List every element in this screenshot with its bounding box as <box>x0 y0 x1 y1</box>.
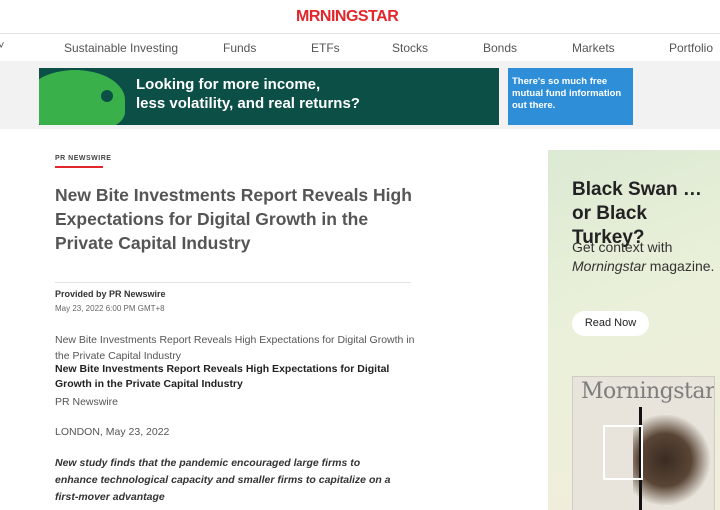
article-summary: New study finds that the pandemic encour… <box>55 457 391 503</box>
morningstar-logo[interactable]: MRNINGSTAR <box>296 8 399 26</box>
nav-item-sustainable-investing[interactable]: Sustainable Investing <box>64 41 178 55</box>
nav-item-stocks[interactable]: Stocks <box>392 41 428 55</box>
banner-headline: Looking for more income, less volatility… <box>136 75 360 113</box>
article-source: PR Newswire <box>55 396 119 408</box>
article-title: New Bite Investments Report Reveals High… <box>55 185 412 253</box>
income-banner-ad[interactable]: Looking for more income, less volatility… <box>39 68 499 125</box>
side-ad-sub-prefix: Get context with <box>572 239 673 255</box>
kicker-underline <box>55 166 103 168</box>
magazine-side-ad[interactable]: Black Swan … or Black Turkey? Get contex… <box>548 150 720 510</box>
magazine-cover[interactable]: Morningstar <box>572 376 715 510</box>
side-ad-sub-suffix: magazine. <box>645 258 715 274</box>
side-ad-subtext: Get context with Morningstar magazine. <box>572 238 720 276</box>
piggy-bank-slot <box>101 90 113 102</box>
article-paragraph-headline: New Bite Investments Report Reveals High… <box>55 363 390 390</box>
fund-info-text: There's so much free mutual fund informa… <box>512 76 622 111</box>
nav-item-bonds[interactable]: Bonds <box>483 41 517 55</box>
magazine-cover-title: Morningstar <box>581 379 715 404</box>
fund-info-banner-ad[interactable]: There's so much free mutual fund informa… <box>508 68 633 125</box>
nav-item-funds[interactable]: Funds <box>223 41 256 55</box>
nav-item-portfolio[interactable]: Portfolio <box>669 41 713 55</box>
publish-date: May 23, 2022 6:00 PM GMT+8 <box>55 304 165 313</box>
top-header: MRNINGSTAR <box>0 0 720 33</box>
banner-line-2: less volatility, and real returns? <box>136 95 360 112</box>
article-paragraph-intro: New Bite Investments Report Reveals High… <box>55 334 415 362</box>
nav-item-etfs[interactable]: ETFs <box>311 41 340 55</box>
nav-item-markets[interactable]: Markets <box>572 41 615 55</box>
read-now-button[interactable]: Read Now <box>572 311 649 336</box>
main-nav: ˅ Sustainable Investing Funds ETFs Stock… <box>0 33 720 61</box>
title-divider <box>55 282 411 283</box>
provided-by: Provided by PR Newswire <box>55 289 166 299</box>
chevron-down-icon[interactable]: ˅ <box>0 40 4 52</box>
cover-frame-graphic <box>603 425 643 480</box>
article-kicker[interactable]: PR NEWSWIRE <box>55 155 111 162</box>
side-ad-sub-italic: Morningstar <box>572 258 646 274</box>
cover-smoke-image <box>633 415 713 505</box>
article-location-date: LONDON, May 23, 2022 <box>55 426 170 438</box>
banner-line-1: Looking for more income, <box>136 76 321 93</box>
